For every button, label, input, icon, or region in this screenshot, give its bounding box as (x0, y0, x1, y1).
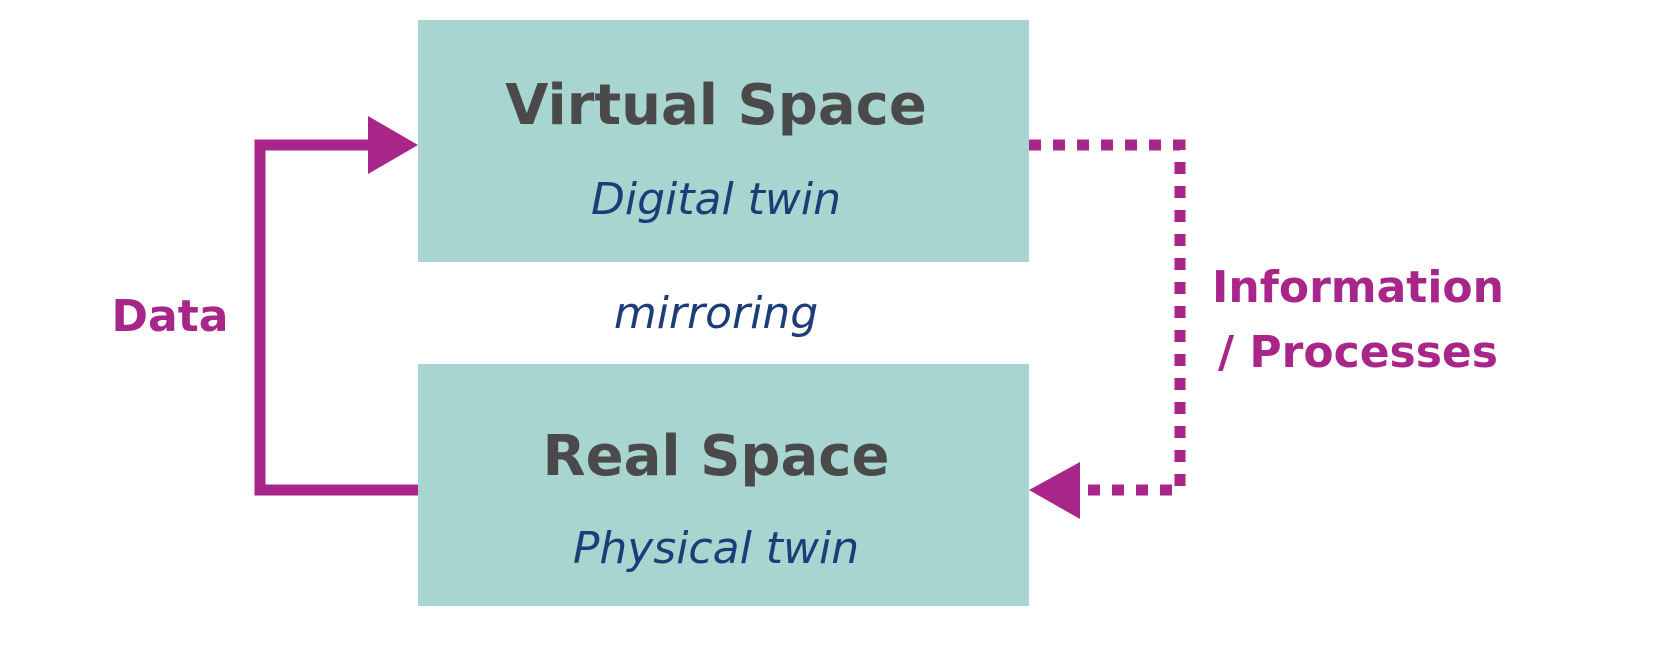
data-label: Data (112, 291, 229, 342)
real-space-title: Real Space (543, 424, 890, 489)
information-arrow-line (1029, 139, 1186, 496)
mirroring-label: mirroring (614, 288, 818, 339)
information-label: Information (1212, 262, 1504, 313)
virtual-space-box (418, 20, 1029, 262)
information-arrowhead-icon (1029, 462, 1080, 519)
virtual-space-title: Virtual Space (505, 73, 927, 138)
real-space-subtitle: Physical twin (573, 523, 859, 574)
processes-label: / Processes (1218, 327, 1498, 378)
digital-twin-diagram: Virtual Space Digital twin mirroring Rea… (112, 20, 1504, 606)
data-arrowhead-icon (368, 116, 418, 174)
virtual-space-subtitle: Digital twin (591, 174, 841, 225)
data-arrow-line (254, 139, 418, 496)
